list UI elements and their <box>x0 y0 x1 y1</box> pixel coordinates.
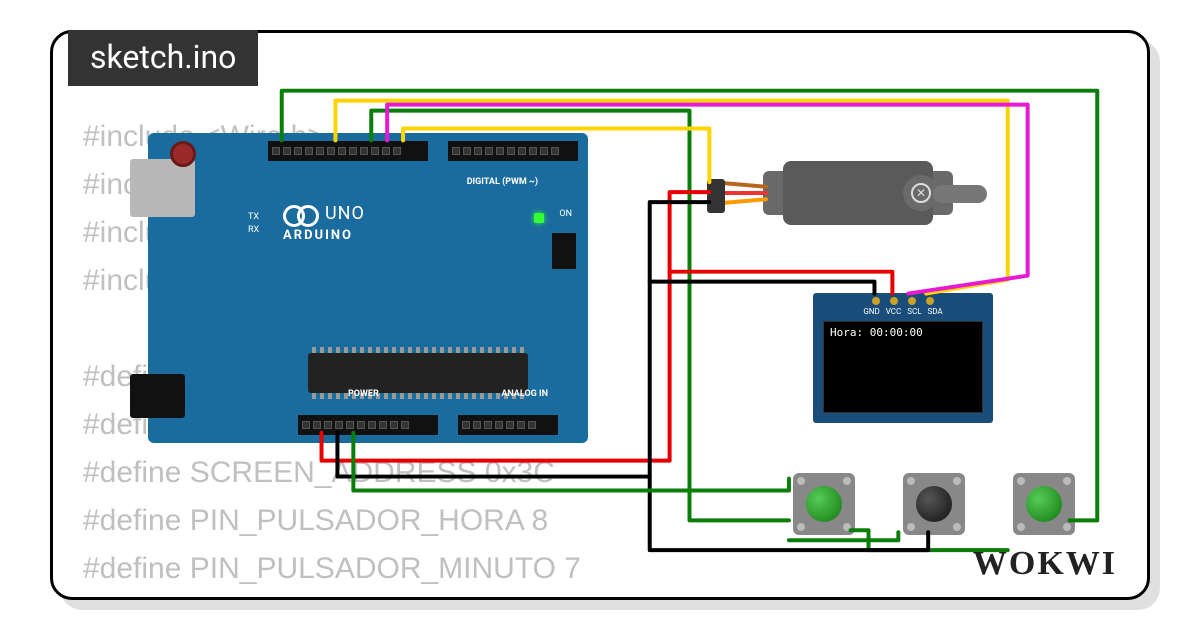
infinity-icon <box>283 205 319 223</box>
on-label: ON <box>559 209 572 219</box>
digital-header-right <box>448 141 578 161</box>
servo-motor[interactable]: ✕ <box>753 153 983 233</box>
icsp-header-icon <box>552 233 576 269</box>
analog-section-label: ANALOG IN <box>501 389 548 399</box>
arduino-logo: UNO <box>283 203 365 224</box>
analog-header <box>458 415 558 435</box>
power-header <box>298 415 438 435</box>
model-label: UNO <box>325 203 365 224</box>
circuit-canvas[interactable]: UNO ARDUINO ON TX RX DIGITAL (PWM ~) ANA… <box>53 33 1147 597</box>
usb-port-icon <box>130 159 195 217</box>
wokwi-logo: WOKWI <box>973 545 1117 583</box>
on-led-icon <box>534 213 544 223</box>
atmega-chip-icon <box>308 353 528 393</box>
diagram-frame: sketch.ino #include <Wire.h> #include #i… <box>50 30 1150 600</box>
filename-text: sketch.ino <box>90 38 236 76</box>
servo-lead-wires <box>718 179 768 209</box>
oled-pin-row <box>872 297 934 305</box>
push-button-minuto[interactable] <box>903 473 965 535</box>
servo-arm-icon <box>933 185 987 203</box>
oled-screen: Hora: 00:00:00 <box>823 321 983 413</box>
oled-text: Hora: 00:00:00 <box>830 326 923 339</box>
oled-pin-labels: GND VCC SCL SDA <box>813 307 993 316</box>
digital-header-left <box>268 141 428 161</box>
tx-rx-labels: TX RX <box>248 211 259 236</box>
arduino-uno-board[interactable]: UNO ARDUINO ON TX RX DIGITAL (PWM ~) ANA… <box>148 133 588 443</box>
oled-display[interactable]: GND VCC SCL SDA Hora: 00:00:00 <box>813 293 993 423</box>
push-button-segundo[interactable] <box>1013 473 1075 535</box>
brand-label: ARDUINO <box>283 228 353 243</box>
push-button-hora[interactable] <box>793 473 855 535</box>
filename-tab: sketch.ino <box>68 30 258 86</box>
digital-section-label: DIGITAL (PWM ~) <box>467 177 538 187</box>
power-section-label: POWER <box>348 389 379 399</box>
reset-button[interactable] <box>170 141 196 167</box>
servo-connector-icon <box>707 179 725 213</box>
dc-jack-icon <box>130 374 185 418</box>
